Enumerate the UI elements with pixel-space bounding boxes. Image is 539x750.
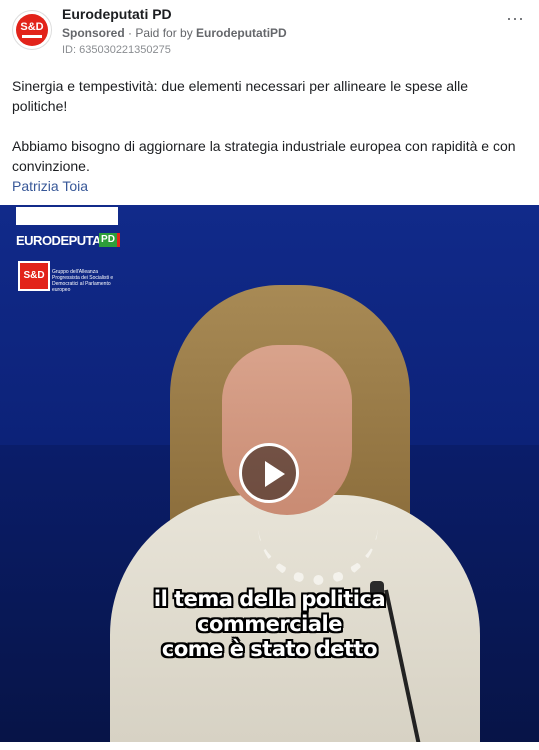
post-body: Sinergia e tempestività: due elementi ne… <box>12 76 527 196</box>
video-player[interactable]: EURODEPUTATI PD S&D Gruppo dell'Alleanza… <box>0 205 539 742</box>
ad-card: S&D Eurodeputati PD Sponsored · Paid for… <box>0 0 539 750</box>
video-subtitles: il tema della politica commerciale come … <box>0 587 539 662</box>
post-header: S&D Eurodeputati PD Sponsored · Paid for… <box>12 4 527 62</box>
play-triangle <box>265 461 285 487</box>
sponsored-line: Sponsored · Paid for by EurodeputatiPD <box>62 26 287 40</box>
page-name[interactable]: Eurodeputati PD <box>62 6 172 22</box>
author-name: Patrizia Toia <box>12 178 89 194</box>
ad-id: ID: 635030221350275 <box>62 44 171 56</box>
sd-logo: S&D <box>18 261 50 291</box>
body-paragraph-1: Sinergia e tempestività: due elementi ne… <box>12 78 469 114</box>
subtitle-line-3: come è stato detto <box>161 637 378 661</box>
logo-white-bar <box>16 207 118 225</box>
subtitle-line-2: commerciale <box>197 612 343 636</box>
sponsored-label: Sponsored <box>62 26 125 40</box>
avatar-logo-strip <box>22 35 42 38</box>
play-icon[interactable] <box>239 443 299 503</box>
page-avatar[interactable]: S&D <box>12 10 52 50</box>
body-paragraph-2: Abbiamo bisogno di aggiornare la strateg… <box>12 138 516 174</box>
paid-for-by: EurodeputatiPD <box>196 26 287 40</box>
avatar-logo: S&D <box>16 14 48 46</box>
paid-for-prefix: · Paid for by <box>124 26 197 40</box>
sd-caption: Gruppo dell'Alleanza Progressista dei So… <box>52 269 114 293</box>
pd-logo-badge: PD <box>99 233 120 247</box>
eurodeputati-logo-text: EURODEPUTATI <box>16 233 111 248</box>
subtitle-line-1: il tema della politica <box>153 587 386 611</box>
more-horizontal-icon[interactable]: ··· <box>503 9 527 34</box>
